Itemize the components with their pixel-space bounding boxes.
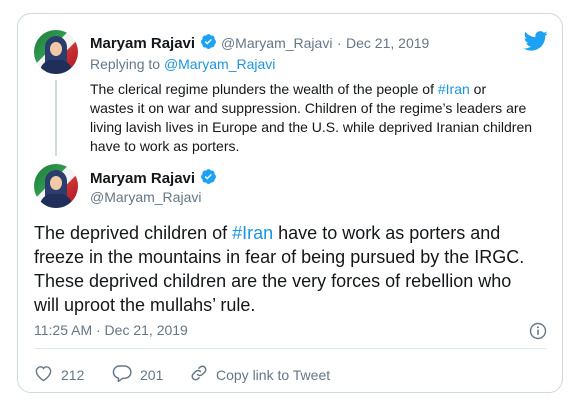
tweet-text-line: will uproot the mullahs’ rule. xyxy=(34,295,256,315)
copy-link-button[interactable]: Copy link to Tweet xyxy=(190,364,330,385)
tweet-text-line: freeze in the mountains in fear of being… xyxy=(34,247,525,267)
verified-badge-icon xyxy=(200,168,217,190)
reply-button[interactable]: 201 xyxy=(112,364,163,385)
hashtag-link[interactable]: #Iran xyxy=(438,81,470,97)
author-name[interactable]: Maryam Rajavi xyxy=(90,170,195,187)
author-name[interactable]: Maryam Rajavi xyxy=(90,35,195,52)
tweet-date[interactable]: Dec 21, 2019 xyxy=(346,35,429,51)
replying-to-label: Replying to xyxy=(90,56,161,72)
tweet-text-line: These deprived children are the very for… xyxy=(34,271,512,291)
tweet-timestamp[interactable]: 11:25 AM · Dec 21, 2019 xyxy=(34,322,188,338)
verified-badge-icon xyxy=(200,33,217,55)
like-button[interactable]: 212 xyxy=(34,364,84,385)
author-handle[interactable]: @Maryam_Rajavi xyxy=(221,35,332,51)
like-count: 212 xyxy=(61,366,85,383)
link-icon xyxy=(190,364,208,385)
copy-link-label: Copy link to Tweet xyxy=(216,366,331,383)
tweet-text: The deprived children of #Iran have to w… xyxy=(34,221,554,317)
avatar[interactable] xyxy=(34,30,78,74)
avatar[interactable] xyxy=(34,164,78,208)
author-handle[interactable]: @Maryam_Rajavi xyxy=(90,189,201,205)
hashtag-link[interactable]: #Iran xyxy=(232,223,273,243)
separator: · xyxy=(336,35,342,51)
thread-line xyxy=(55,80,57,156)
quoted-text-line: have to work as porters. xyxy=(90,138,240,154)
heart-icon xyxy=(34,364,53,385)
twitter-bird-icon[interactable] xyxy=(523,31,548,56)
quoted-tweet-text: The clerical regime plunders the wealth … xyxy=(90,80,540,156)
quoted-text-part: The clerical regime plunders the wealth … xyxy=(90,81,438,97)
quoted-text-part: or xyxy=(469,81,487,97)
quoted-text-line: wastes it on war and suppression. Childr… xyxy=(90,100,527,116)
tweet-text-part: have to work as porters and xyxy=(273,223,501,243)
reply-count: 201 xyxy=(140,366,164,383)
quoted-text-line: living lavish lives in Europe and the U.… xyxy=(90,119,533,135)
tweet-text-part: The deprived children of xyxy=(34,223,233,243)
reply-icon xyxy=(112,364,132,385)
info-icon[interactable] xyxy=(529,322,547,345)
divider xyxy=(34,348,546,349)
replying-to-handle[interactable]: @Maryam_Rajavi xyxy=(164,56,275,72)
